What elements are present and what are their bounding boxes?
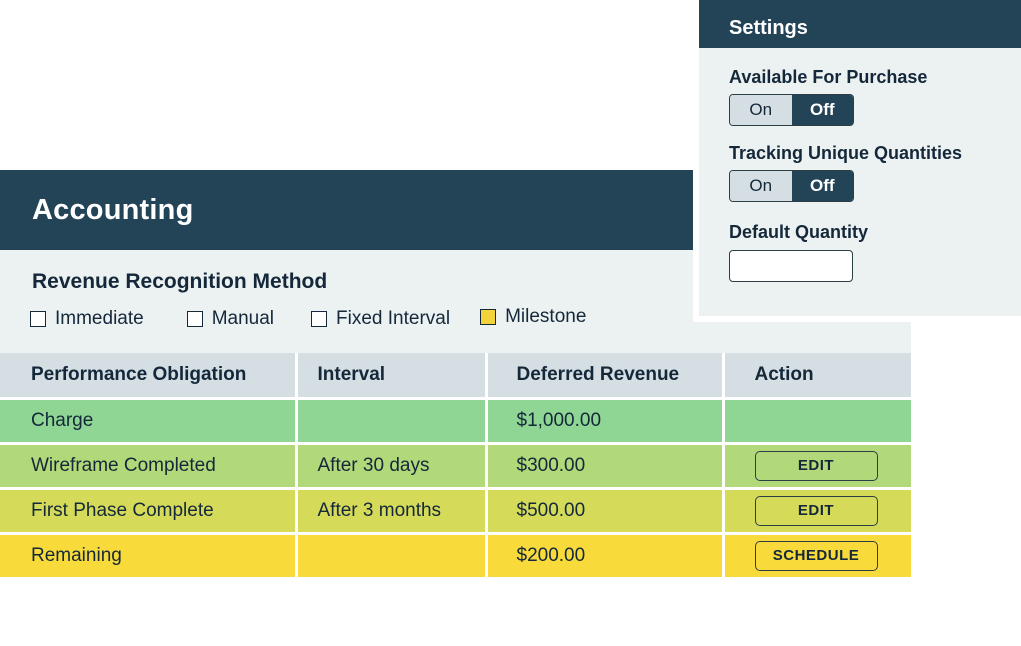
- option-manual[interactable]: Manual: [186, 308, 275, 330]
- settings-header: Settings: [699, 0, 1021, 48]
- option-fixed-interval[interactable]: Fixed Interval: [311, 308, 450, 330]
- cell-obligation: Charge: [0, 398, 298, 445]
- default-quantity-input[interactable]: [729, 250, 853, 282]
- checkbox-milestone[interactable]: [480, 309, 497, 325]
- cell-interval: After 3 months: [296, 488, 488, 535]
- edit-button[interactable]: EDIT: [754, 495, 878, 526]
- available-for-purchase-toggle[interactable]: On Off: [729, 94, 854, 126]
- tracking-unique-quantities-label: Tracking Unique Quantities: [729, 143, 963, 163]
- option-label: Manual: [211, 308, 275, 329]
- cell-obligation: First Phase Complete: [0, 488, 298, 535]
- option-immediate[interactable]: Immediate: [30, 308, 144, 330]
- cell-deferred-revenue: $300.00: [486, 443, 725, 490]
- settings-body: Available For Purchase On Off Tracking U…: [699, 48, 1021, 282]
- available-for-purchase-label: Available For Purchase: [729, 67, 928, 87]
- option-label: Fixed Interval: [336, 308, 451, 329]
- toggle-on-option[interactable]: On: [730, 95, 792, 125]
- accounting-title: Accounting: [32, 193, 194, 226]
- checkbox-fixed-interval[interactable]: [311, 311, 328, 327]
- cell-obligation: Wireframe Completed: [0, 443, 298, 490]
- cell-action: EDIT: [723, 443, 911, 490]
- table-row: First Phase Complete After 3 months $500…: [0, 488, 911, 535]
- tracking-unique-quantities-toggle[interactable]: On Off: [729, 170, 854, 202]
- checkbox-immediate[interactable]: [30, 311, 46, 327]
- settings-title: Settings: [729, 17, 808, 39]
- cell-deferred-revenue: $1,000.00: [486, 398, 725, 445]
- option-milestone[interactable]: Milestone: [480, 306, 586, 328]
- option-label: Immediate: [55, 308, 144, 329]
- table-row: Wireframe Completed After 30 days $300.0…: [0, 443, 911, 490]
- cell-deferred-revenue: $200.00: [486, 533, 725, 580]
- column-header-obligation: Performance Obligation: [0, 353, 298, 400]
- column-header-deferred-revenue: Deferred Revenue: [486, 353, 725, 400]
- settings-panel: Settings Available For Purchase On Off T…: [693, 0, 1021, 322]
- toggle-off-option[interactable]: Off: [791, 171, 853, 201]
- column-header-interval: Interval: [296, 353, 488, 400]
- cell-interval: After 30 days: [296, 443, 488, 490]
- cell-interval: [296, 533, 488, 580]
- cell-action: [723, 398, 911, 445]
- cell-obligation: Remaining: [0, 533, 298, 580]
- toggle-on-option[interactable]: On: [730, 171, 792, 201]
- edit-button[interactable]: EDIT: [754, 450, 878, 481]
- table-row: Remaining $200.00 SCHEDULE: [0, 533, 911, 580]
- schedule-button[interactable]: SCHEDULE: [754, 540, 878, 571]
- cell-deferred-revenue: $500.00: [486, 488, 725, 535]
- table-header-row: Performance Obligation Interval Deferred…: [0, 353, 911, 400]
- option-label: Milestone: [505, 306, 587, 327]
- checkbox-manual[interactable]: [186, 311, 203, 327]
- cell-action: EDIT: [723, 488, 911, 535]
- default-quantity-label: Default Quantity: [729, 222, 869, 242]
- column-header-action: Action: [723, 353, 911, 400]
- performance-obligations-table: Performance Obligation Interval Deferred…: [0, 353, 911, 580]
- table-row: Charge $1,000.00: [0, 398, 911, 445]
- cell-action: SCHEDULE: [723, 533, 911, 580]
- toggle-off-option[interactable]: Off: [791, 95, 853, 125]
- cell-interval: [296, 398, 488, 445]
